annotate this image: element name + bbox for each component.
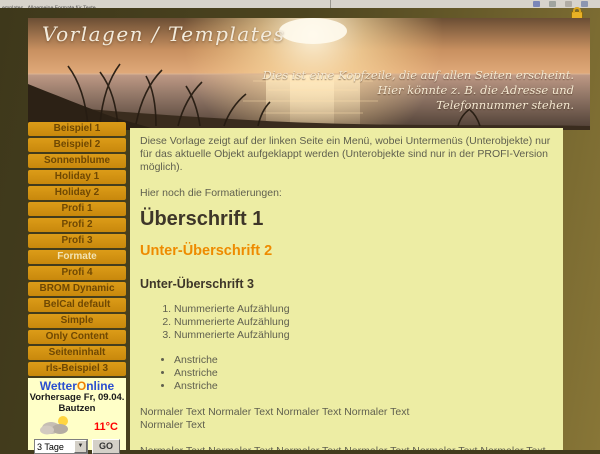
forecast-city: Bautzen — [28, 404, 126, 415]
logo-nline: nline — [86, 379, 114, 393]
forecast-range-select[interactable]: 3 Tage ▼ — [34, 439, 88, 454]
heading-2: Unter-Überschrift 2 — [140, 245, 553, 258]
numbered-list-item: Nummerierte Aufzählung — [174, 329, 553, 342]
menu-item[interactable]: Profi 2 — [28, 218, 126, 232]
normal-text-long: Normaler Text Normaler Text Normaler Tex… — [140, 445, 553, 450]
sidebar-menu: Beispiel 1 Beispiel 2 Sonnenblume Holiday 1… — [28, 122, 126, 378]
heading-1: Überschrift 1 — [140, 213, 553, 226]
normal-text-short: Normaler Text Normaler Text Normaler Tex… — [140, 406, 553, 432]
numbered-list-item: Nummerierte Aufzählung — [174, 303, 553, 316]
bullet-list-item: Anstriche — [174, 380, 553, 393]
tagline-line: Hier könnte z. B. die Adresse und — [263, 83, 574, 98]
site-title: Vorlagen / Templates — [42, 22, 285, 46]
browser-icon[interactable] — [533, 1, 540, 7]
bullet-list: AnstricheAnstricheAnstriche — [140, 354, 553, 393]
bullet-list-item: Anstriche — [174, 354, 553, 367]
menu-item[interactable]: Profi 3 — [28, 234, 126, 248]
browser-icon[interactable] — [549, 1, 556, 7]
weather-widget: WetterOnline Vorhersage Fr, 09.04. Bautz… — [28, 378, 126, 450]
menu-item[interactable]: Formate — [28, 250, 126, 264]
tab-divider — [330, 0, 331, 8]
menu-item[interactable]: BROM Dynamic — [28, 282, 126, 296]
tagline-line: Dies ist eine Kopfzeile, die auf allen S… — [263, 68, 574, 83]
chevron-down-icon[interactable]: ▼ — [74, 440, 87, 453]
menu-item[interactable]: Profi 1 — [28, 202, 126, 216]
forecast-date: Vorhersage Fr, 09.04. — [28, 393, 126, 404]
bullet-list-item: Anstriche — [174, 367, 553, 380]
intro-paragraph: Diese Vorlage zeigt auf der linken Seite… — [140, 135, 553, 174]
heading-3: Unter-Überschrift 3 — [140, 278, 553, 291]
menu-item[interactable]: Sonnenblume — [28, 154, 126, 168]
formats-label: Hier noch die Formatierungen: — [140, 187, 553, 200]
go-button[interactable]: GO — [92, 439, 120, 454]
temperature-value: 11°C — [94, 421, 118, 433]
normal-text-line: Normaler Text Normaler Text Normaler Tex… — [140, 406, 409, 418]
menu-item[interactable]: Holiday 1 — [28, 170, 126, 184]
cloud-sun-icon — [38, 415, 72, 435]
numbered-list: Nummerierte AufzählungNummerierte Aufzäh… — [140, 303, 553, 342]
browser-toolbar-icons — [533, 1, 588, 7]
normal-text-line: Normaler Text — [140, 419, 205, 431]
browser-icon[interactable] — [565, 1, 572, 7]
page-background: Vorlagen / Templates Dies ist eine Kopfz… — [0, 8, 600, 450]
select-value: 3 Tage — [35, 442, 74, 452]
menu-item[interactable]: Profi 4 — [28, 266, 126, 280]
logo-sun-o: O — [77, 379, 86, 393]
logo-wetter: Wetter — [40, 379, 77, 393]
wetteronline-logo[interactable]: WetterOnline — [28, 378, 126, 393]
header-image: Vorlagen / Templates Dies ist eine Kopfz… — [28, 18, 590, 130]
menu-item[interactable]: Holiday 2 — [28, 186, 126, 200]
menu-item[interactable]: Beispiel 2 — [28, 138, 126, 152]
menu-item[interactable]: rls-Beispiel 3 — [28, 362, 126, 376]
menu-item[interactable]: Seiteninhalt — [28, 346, 126, 360]
menu-item[interactable]: Simple — [28, 314, 126, 328]
browser-icon[interactable] — [581, 1, 588, 7]
menu-item[interactable]: Only Content — [28, 330, 126, 344]
header-tagline: Dies ist eine Kopfzeile, die auf allen S… — [263, 68, 574, 113]
menu-item[interactable]: BelCal default — [28, 298, 126, 312]
numbered-list-item: Nummerierte Aufzählung — [174, 316, 553, 329]
tagline-line: Telefonnummer stehen. — [263, 98, 574, 113]
menu-item[interactable]: Beispiel 1 — [28, 122, 126, 136]
main-content: Diese Vorlage zeigt auf der linken Seite… — [130, 128, 563, 450]
